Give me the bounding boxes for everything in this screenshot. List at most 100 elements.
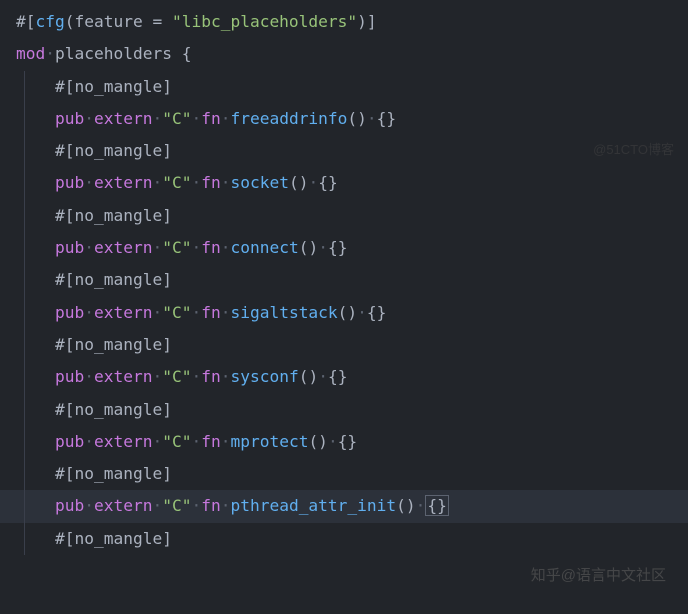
code-line[interactable]: #[cfg(feature = "libc_placeholders")]	[0, 6, 688, 38]
whitespace-dot: ·	[152, 432, 162, 451]
whitespace-dot: ·	[191, 303, 201, 322]
kw-fn: fn	[201, 367, 221, 386]
kw-extern: extern	[94, 173, 152, 192]
indent-guide	[24, 329, 25, 361]
whitespace-dot: ·	[152, 303, 162, 322]
attr-bracket: ]	[162, 77, 172, 96]
indent-guide	[24, 264, 25, 296]
attr-name: no_mangle	[74, 335, 162, 354]
whitespace-dot: ·	[221, 496, 231, 515]
whitespace-dot: ·	[221, 109, 231, 128]
braces: {}	[377, 109, 397, 128]
attr-hash: #	[55, 400, 65, 419]
braces-matched: {}	[425, 495, 449, 516]
attr-bracket: ]	[162, 141, 172, 160]
attr-hash: #	[55, 270, 65, 289]
code-editor[interactable]: #[cfg(feature = "libc_placeholders")] mo…	[0, 0, 688, 555]
attr-name: no_mangle	[74, 464, 162, 483]
brace-open: {	[182, 44, 192, 63]
kw-extern: extern	[94, 109, 152, 128]
code-line[interactable]: pub·extern·"C"·fn·sysconf()·{}	[0, 361, 688, 393]
braces: {}	[328, 238, 348, 257]
indent-guide	[24, 71, 25, 103]
fn-name: mprotect	[230, 432, 308, 451]
indent-guide	[24, 426, 25, 458]
attr-name: no_mangle	[74, 529, 162, 548]
whitespace-dot: ·	[152, 367, 162, 386]
paren: (	[65, 12, 75, 31]
whitespace-dot: ·	[191, 173, 201, 192]
parens: ()	[299, 238, 319, 257]
kw-fn: fn	[201, 173, 221, 192]
whitespace-dot: ·	[221, 432, 231, 451]
kw-pub: pub	[55, 367, 84, 386]
indent-guide	[24, 490, 25, 522]
code-line-current[interactable]: pub·extern·"C"·fn·pthread_attr_init()·{}	[0, 490, 688, 522]
kw-fn: fn	[201, 109, 221, 128]
whitespace-dot: ·	[45, 44, 55, 63]
whitespace-dot: ·	[152, 496, 162, 515]
indent-guide	[24, 297, 25, 329]
attr-bracket: ]	[162, 529, 172, 548]
whitespace-dot: ·	[84, 238, 94, 257]
kw-fn: fn	[201, 432, 221, 451]
fn-name: pthread_attr_init	[230, 496, 396, 515]
code-line[interactable]: #[no_mangle]	[0, 329, 688, 361]
whitespace-dot: ·	[318, 238, 328, 257]
whitespace-dot: ·	[221, 173, 231, 192]
attr-cfg: cfg	[36, 12, 65, 31]
code-line[interactable]: pub·extern·"C"·fn·freeaddrinfo()·{}	[0, 103, 688, 135]
indent-guide	[24, 167, 25, 199]
kw-extern: extern	[94, 367, 152, 386]
whitespace-dot: ·	[152, 109, 162, 128]
fn-name: sigaltstack	[230, 303, 337, 322]
attr-bracket: ]	[367, 12, 377, 31]
whitespace-dot: ·	[191, 109, 201, 128]
kw-fn: fn	[201, 238, 221, 257]
whitespace-dot: ·	[328, 432, 338, 451]
whitespace-dot: ·	[318, 367, 328, 386]
whitespace-dot: ·	[191, 496, 201, 515]
abi-c: "C"	[162, 238, 191, 257]
code-line[interactable]: #[no_mangle]	[0, 523, 688, 555]
parens: ()	[308, 432, 328, 451]
whitespace-dot: ·	[84, 432, 94, 451]
whitespace-dot: ·	[84, 367, 94, 386]
code-line[interactable]: #[no_mangle]	[0, 264, 688, 296]
code-line[interactable]: pub·extern·"C"·fn·sigaltstack()·{}	[0, 297, 688, 329]
attr-name: no_mangle	[74, 141, 162, 160]
whitespace-dot: ·	[357, 303, 367, 322]
attr-bracket: ]	[162, 206, 172, 225]
code-line[interactable]: #[no_mangle]	[0, 458, 688, 490]
abi-c: "C"	[162, 303, 191, 322]
code-line[interactable]: #[no_mangle]	[0, 394, 688, 426]
attr-hash: #	[55, 529, 65, 548]
attr-hash: #	[55, 335, 65, 354]
kw-extern: extern	[94, 238, 152, 257]
whitespace-dot: ·	[191, 432, 201, 451]
code-line[interactable]: pub·extern·"C"·fn·socket()·{}	[0, 167, 688, 199]
code-line[interactable]: #[no_mangle]	[0, 135, 688, 167]
indent-guide	[24, 200, 25, 232]
fn-name: connect	[230, 238, 298, 257]
kw-pub: pub	[55, 303, 84, 322]
code-line[interactable]: mod·placeholders {	[0, 38, 688, 70]
code-line[interactable]: #[no_mangle]	[0, 71, 688, 103]
whitespace-dot: ·	[367, 109, 377, 128]
attr-name: no_mangle	[74, 77, 162, 96]
abi-c: "C"	[162, 432, 191, 451]
attr-hash: #	[55, 464, 65, 483]
whitespace-dot: ·	[308, 173, 318, 192]
code-line[interactable]: pub·extern·"C"·fn·mprotect()·{}	[0, 426, 688, 458]
code-line[interactable]: #[no_mangle]	[0, 200, 688, 232]
whitespace-dot: ·	[84, 173, 94, 192]
attr-key: feature	[75, 12, 143, 31]
attr-name: no_mangle	[74, 206, 162, 225]
whitespace-dot: ·	[84, 109, 94, 128]
code-line[interactable]: pub·extern·"C"·fn·connect()·{}	[0, 232, 688, 264]
kw-pub: pub	[55, 238, 84, 257]
fn-name: sysconf	[230, 367, 298, 386]
paren: )	[357, 12, 367, 31]
braces: {}	[318, 173, 338, 192]
indent-guide	[24, 458, 25, 490]
